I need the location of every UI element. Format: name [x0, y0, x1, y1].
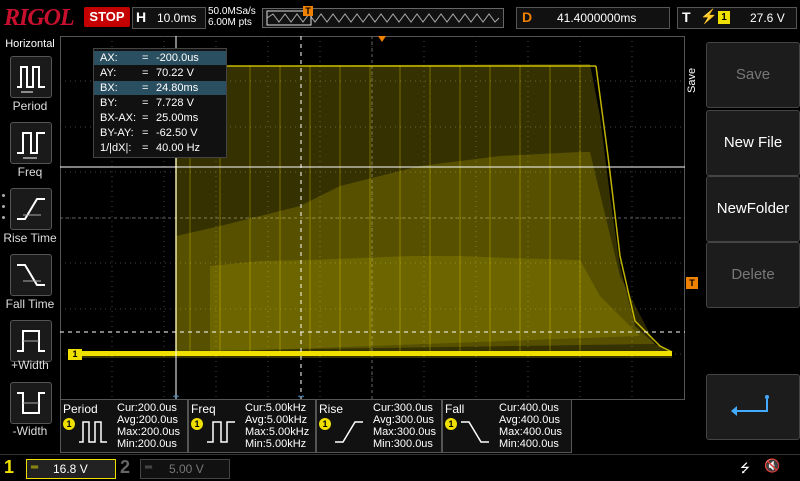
cursor-row-by: BY: = 7.728 V — [100, 97, 194, 109]
cursor-row-ay: AY: = 70.22 V — [100, 67, 194, 79]
measurement-fall[interactable]: Fall 1 Cur:400.0us Avg:400.0us Max:400.0… — [442, 399, 572, 453]
brand-logo: RIGOL — [4, 5, 75, 31]
memory-overview-icon — [266, 10, 500, 26]
menu-title: Horizontal — [5, 38, 55, 50]
rising-edge-icon: ⚡ — [700, 8, 718, 24]
timebase-label: H — [136, 9, 147, 25]
fall-time-icon — [461, 421, 489, 443]
rise-time-label: Rise Time — [3, 231, 57, 245]
cursor-row-inv-dx: 1/|dX|: = 40.00 Hz — [100, 142, 201, 154]
freq-button[interactable] — [10, 122, 52, 164]
cursor-readout-table: AX: = -200.0us AY: = 70.22 V BX: = 24.80ms BY:… — [93, 48, 227, 158]
pos-width-button[interactable] — [10, 320, 52, 362]
neg-width-icon — [17, 392, 45, 414]
channel1-scale: 16.8 V — [53, 462, 88, 476]
memory-depth: 6.00M pts — [208, 17, 252, 28]
sample-rate: 50.0MSa/s — [208, 6, 256, 17]
trigger-source: 1 — [718, 11, 730, 24]
speaker-mute-icon[interactable]: 🔇 — [764, 458, 780, 474]
channel2-number[interactable]: 2 — [120, 457, 130, 478]
cursor-row-bx-ax: BX-AX: = 25.00ms — [100, 112, 199, 124]
channel2-scale: 5.00 V — [169, 462, 204, 476]
acquisition-info: 50.0MSa/s 6.00M pts — [208, 6, 256, 28]
cursor-row-by-ay: BY-AY: = -62.50 V — [100, 127, 198, 139]
rise-time-button[interactable] — [10, 188, 52, 230]
new-file-button[interactable]: New File — [706, 110, 800, 176]
neg-width-label: -Width — [12, 424, 48, 438]
freq-label: Freq — [17, 165, 43, 179]
fall-time-label: Fall Time — [5, 297, 55, 311]
period-icon — [79, 421, 107, 443]
fall-time-icon — [17, 264, 45, 286]
save-menu-tab: Save — [686, 67, 698, 93]
cursor-row-bx: BX: = 24.80ms — [94, 81, 226, 95]
rise-time-icon — [335, 421, 363, 443]
measurement-period[interactable]: Period 1 Cur:200.0us Avg:200.0us Max:200… — [60, 399, 188, 453]
freq-icon — [17, 132, 45, 159]
trigger-box[interactable]: T ⚡ 1 27.6 V — [677, 7, 797, 29]
pos-width-icon — [17, 330, 45, 352]
usb-icon: ⭍ — [740, 461, 750, 475]
channel1-number[interactable]: 1 — [4, 457, 14, 478]
dc-coupling-icon: ═ — [145, 462, 153, 473]
trigger-position-marker: T — [303, 6, 313, 16]
timebase-value: 10.0ms — [157, 11, 197, 25]
delay-label: D — [522, 9, 533, 25]
period-icon — [17, 66, 45, 93]
channel2-scale-box[interactable]: ═ 5.00 V — [140, 459, 230, 479]
return-arrow-icon — [731, 395, 769, 416]
save-softkey-menu: Save New File NewFolder Delete — [704, 36, 800, 454]
rise-time-icon — [17, 198, 45, 220]
pos-width-label: +Width — [11, 358, 49, 372]
trigger-label: T — [682, 9, 691, 25]
run-stop-indicator[interactable]: STOP — [84, 7, 130, 27]
scroll-dots — [2, 194, 6, 227]
fall-time-button[interactable] — [10, 254, 52, 296]
top-status-bar: RIGOL STOP H 10.0ms 50.0MSa/s 6.00M pts … — [0, 0, 800, 36]
period-label: Period — [12, 99, 48, 113]
period-button[interactable] — [10, 56, 52, 98]
back-button[interactable] — [706, 374, 800, 440]
delete-button[interactable]: Delete — [706, 242, 800, 308]
cursor-row-ax: AX: = -200.0us — [94, 51, 226, 65]
delay-box[interactable]: D 41.4000000ms — [516, 7, 670, 29]
horizontal-measure-menu: Horizontal Period Freq Rise Time Fall Ti… — [0, 36, 60, 454]
trigger-level-marker[interactable]: T — [686, 277, 698, 289]
delay-value: 41.4000000ms — [557, 11, 637, 25]
measurement-rise[interactable]: Rise 1 Cur:300.0us Avg:300.0us Max:300.0… — [316, 399, 442, 453]
measurement-freq[interactable]: Freq 1 Cur:5.00kHz Avg:5.00kHz Max:5.00k… — [188, 399, 316, 453]
timebase-box[interactable]: H 10.0ms — [132, 7, 206, 29]
new-folder-button[interactable]: NewFolder — [706, 176, 800, 242]
save-button[interactable]: Save — [706, 42, 800, 108]
channel-status-bar: 1 ═ 16.8 V 2 ═ 5.00 V ⭍ 🔇 — [0, 454, 800, 481]
trigger-level-value: 27.6 V — [750, 11, 785, 25]
neg-width-button[interactable] — [10, 382, 52, 424]
channel1-ground-marker[interactable]: 1 — [68, 349, 82, 360]
freq-icon — [207, 421, 235, 443]
dc-coupling-icon: ═ — [31, 462, 39, 473]
channel1-scale-box[interactable]: ═ 16.8 V — [26, 459, 116, 479]
memory-waveform-strip — [262, 8, 504, 28]
